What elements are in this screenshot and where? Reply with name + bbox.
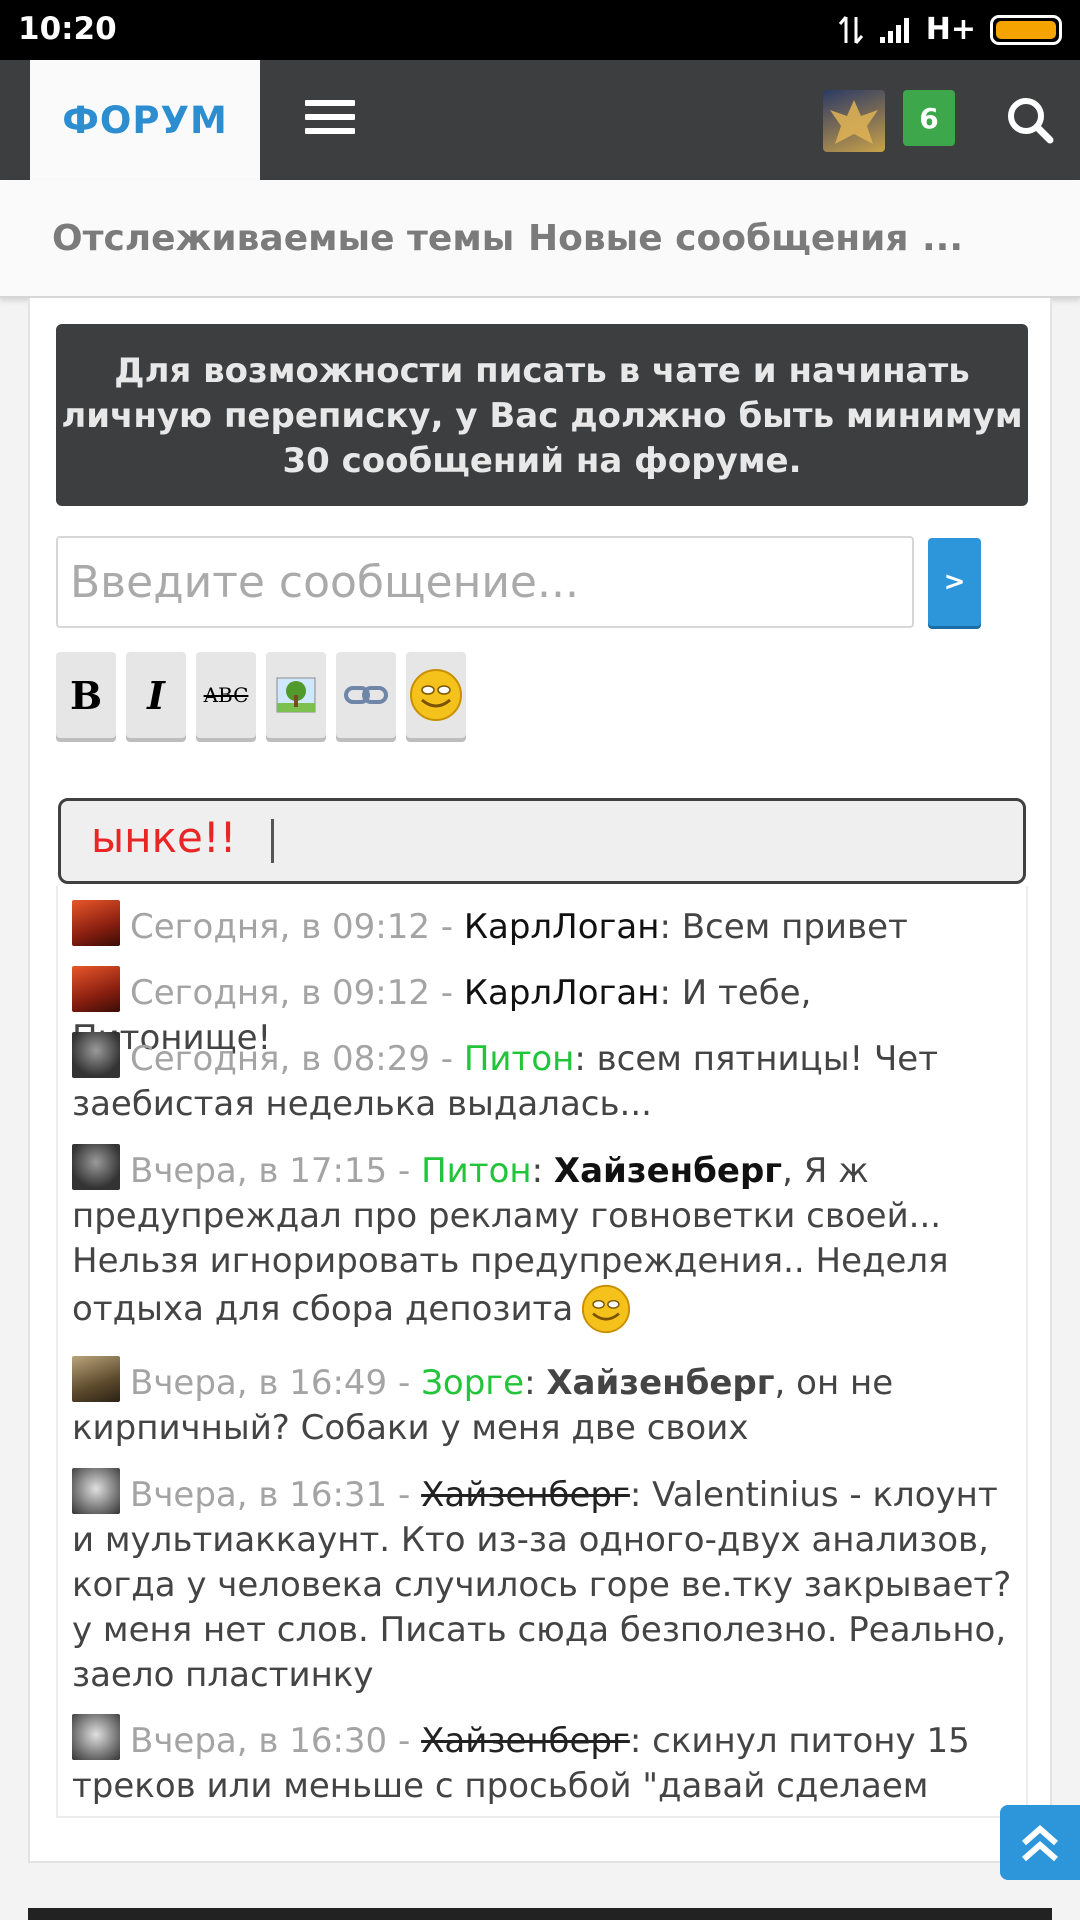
data-transfer-icon [838,15,863,44]
tab-more[interactable]: ... [922,218,963,259]
username[interactable]: Хайзенберг [421,1475,630,1515]
chat-message: Вчера, в 16:30 - Хайзенберг: скинул пито… [72,1714,1012,1809]
chat-message: Вчера, в 16:49 - Зорге: Хайзенберг, он н… [72,1356,1012,1451]
chat-message: Вчера, в 16:31 - Хайзенберг: Valentinius… [72,1468,1012,1698]
avatar[interactable] [72,1714,120,1760]
forum-tab[interactable]: ФОРУМ [30,60,260,180]
italic-button[interactable]: I [126,652,186,738]
username[interactable]: Хайзенберг [421,1721,630,1761]
chat-message: Сегодня, в 09:12 - КарлЛоган: Всем приве… [72,900,1012,950]
avatar[interactable] [72,1468,120,1514]
scroll-to-top-button[interactable] [1000,1805,1080,1880]
smiley-icon [410,669,462,721]
username[interactable]: Питон [464,1039,575,1079]
send-button[interactable]: > [928,538,981,626]
double-chevron-up-icon [1022,1824,1058,1861]
search-icon[interactable] [1005,95,1055,145]
link-icon [344,686,388,704]
avatar[interactable] [72,1032,120,1078]
strikethrough-icon: ABC [203,683,249,707]
chat-message: Сегодня, в 08:29 - Питон: всем пятницы! … [72,1032,1012,1127]
chat-panel: Для возможности писать в чате и начинать… [28,298,1052,1863]
tab-watched-threads[interactable]: Отслеживаемые темы [52,218,514,259]
battery-icon [990,14,1062,45]
bold-icon: B [69,672,103,718]
menu-icon[interactable] [305,100,355,134]
ticker-text: ынке!! [91,813,237,862]
footer-strip [28,1908,1052,1920]
chat-messages[interactable]: Сегодня, в 09:12 - КарлЛоган: Всем приве… [56,886,1028,1818]
italic-icon: I [147,672,165,718]
insert-link-button[interactable] [336,652,396,738]
network-type: H+ [925,12,976,47]
chat-message-input[interactable] [56,536,914,628]
avatar[interactable] [72,966,120,1012]
strikethrough-button[interactable]: ABC [196,652,256,738]
avatar[interactable] [72,1144,120,1190]
formatting-toolbar: B I ABC [56,652,466,738]
user-mention[interactable]: Хайзенберг [546,1363,774,1403]
insert-image-button[interactable] [266,652,326,738]
username[interactable]: КарлЛоган [464,907,660,947]
notification-badge[interactable]: 6 [903,90,955,146]
subnav: Отслеживаемые темы Новые сообщения ... [0,180,1080,298]
top-navbar: ФОРУМ 6 [0,60,1080,180]
permission-notice: Для возможности писать в чате и начинать… [56,324,1028,506]
user-mention[interactable]: Хайзенберг [554,1151,782,1191]
smiley-icon [582,1284,631,1334]
chat-message: Вчера, в 17:15 - Питон: Хайзенберг, Я ж … [72,1144,1012,1334]
avatar[interactable] [72,900,120,946]
username[interactable]: Зорге [421,1363,524,1403]
signal-icon [879,17,909,43]
insert-smiley-button[interactable] [406,652,466,738]
status-time: 10:20 [18,11,117,47]
tab-new-posts[interactable]: Новые сообщения [528,218,909,259]
avatar[interactable] [72,1356,120,1402]
image-icon [276,677,316,713]
user-avatar[interactable] [823,90,885,152]
username[interactable]: Питон [421,1151,532,1191]
status-bar: 10:20 H+ [0,0,1080,60]
username[interactable]: КарлЛоган [464,973,660,1013]
announcement-ticker: ынке!! [58,798,1026,884]
bold-button[interactable]: B [56,652,116,738]
